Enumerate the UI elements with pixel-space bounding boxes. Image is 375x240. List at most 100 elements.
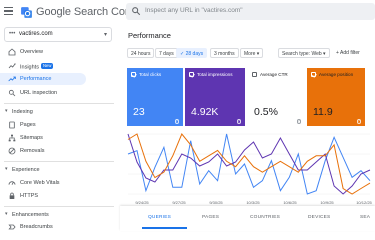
section-experience[interactable]: ▾ Experience — [0, 164, 118, 175]
url-inspection-search[interactable]: Inspect any URL in "vactires.com" — [126, 3, 375, 20]
top-bar: Google Search Console Inspect any URL in… — [0, 0, 375, 24]
search-console-logo-icon — [21, 7, 32, 18]
property-name: vactires.com — [19, 31, 53, 37]
metric-label: Total clicks — [139, 72, 162, 77]
chevron-down-icon: ▾ — [256, 50, 260, 57]
metric-card-total-impressions[interactable]: Total impressions 4.92K ? — [185, 68, 245, 126]
checkbox-icon[interactable] — [131, 72, 136, 77]
tab-queries[interactable]: QUERIES — [148, 215, 171, 220]
section-indexing[interactable]: ▾ Indexing — [0, 106, 118, 117]
active-tab-indicator — [142, 227, 187, 229]
breadcrumbs-icon — [8, 224, 16, 230]
sidebar-item-core-web-vitals[interactable]: Core Web Vitals — [0, 177, 118, 189]
sidebar-item-https[interactable]: HTTPS — [0, 190, 118, 202]
date-filter-label: 28 days — [185, 50, 204, 57]
chevron-down-icon: ▾ — [5, 211, 8, 217]
sidebar-item-label: Sitemaps — [20, 134, 43, 141]
sidebar-item-label: HTTPS — [20, 192, 39, 199]
check-icon: ✓ — [180, 50, 185, 57]
section-label: Experience — [12, 166, 40, 173]
sidebar-item-pages[interactable]: Pages — [0, 119, 118, 131]
section-label: Enhancements — [12, 211, 49, 218]
tab-search-appearance[interactable]: SEA — [360, 215, 370, 220]
checkbox-icon[interactable] — [252, 72, 257, 77]
add-filter-button[interactable]: + Add filter — [333, 48, 363, 58]
date-filter-28-days[interactable]: ✓ 28 days — [176, 48, 208, 58]
divider — [4, 206, 114, 207]
main-content: Performance 24 hours 7 days ✓ 28 days 3 … — [120, 24, 375, 231]
pages-icon — [9, 121, 15, 129]
performance-chart[interactable]: 9/24/25 9/27/25 9/30/25 10/3/25 10/6/25 10/9/… — [120, 128, 375, 218]
sidebar-item-label: Removals — [20, 147, 45, 154]
metric-label: Average position — [319, 72, 354, 77]
property-selector[interactable]: ••• vactires.com ▾ — [4, 27, 112, 42]
removals-icon — [8, 147, 16, 155]
help-icon[interactable]: ? — [236, 119, 241, 124]
sidebar: ••• vactires.com ▾ Overview Insights New … — [0, 24, 118, 231]
sidebar-item-label: URL inspection — [20, 89, 58, 96]
help-icon[interactable]: ? — [356, 119, 361, 124]
divider — [4, 103, 114, 104]
speedometer-icon — [8, 181, 16, 185]
sidebar-item-label: Pages — [20, 121, 36, 128]
section-label: Indexing — [12, 108, 33, 115]
chevron-down-icon: ▾ — [103, 32, 107, 38]
sidebar-item-sitemaps[interactable]: Sitemaps — [0, 132, 118, 144]
sidebar-item-removals[interactable]: Removals — [0, 145, 118, 157]
date-filter-more[interactable]: More ▾ — [240, 48, 264, 58]
help-icon[interactable]: ? — [296, 119, 301, 124]
checkbox-icon[interactable] — [311, 72, 316, 77]
sidebar-item-url-inspection[interactable]: URL inspection — [0, 87, 118, 99]
sitemaps-icon — [8, 134, 16, 142]
metric-value: 0.5% — [254, 106, 278, 118]
sidebar-item-label: Core Web Vitals — [20, 179, 60, 186]
search-icon — [132, 7, 141, 16]
metric-card-average-position[interactable]: Average position 11.9 ? — [307, 68, 365, 126]
series-line-total-impressions — [127, 133, 371, 195]
x-tick-label: 9/30/25 — [209, 200, 223, 205]
dimension-tabs: QUERIES PAGES COUNTRIES DEVICES SEA — [120, 206, 375, 231]
x-tick-label: 10/9/25 — [320, 200, 334, 205]
sidebar-item-breadcrumbs[interactable]: Breadcrumbs — [0, 221, 118, 233]
divider — [4, 161, 114, 162]
section-enhancements[interactable]: ▾ Enhancements — [0, 209, 118, 220]
menu-icon[interactable] — [4, 7, 13, 15]
sidebar-item-performance[interactable]: Performance — [0, 73, 86, 85]
property-dots: ••• — [9, 31, 16, 37]
metric-label: Total impressions — [197, 72, 233, 77]
sidebar-item-overview[interactable]: Overview — [0, 46, 118, 58]
date-filter-24-hours[interactable]: 24 hours — [127, 48, 155, 58]
search-type-filter[interactable]: Search type: Web ▾ — [278, 48, 330, 58]
sidebar-item-label: Overview — [20, 48, 43, 55]
tab-devices[interactable]: DEVICES — [308, 215, 330, 220]
metric-card-average-ctr[interactable]: Average CTR 0.5% ? — [248, 68, 305, 126]
new-badge: New — [40, 62, 54, 69]
insights-label: Insights — [20, 64, 39, 70]
sidebar-item-label: Performance — [20, 75, 52, 82]
metric-card-total-clicks[interactable]: Total clicks 23 ? — [127, 68, 183, 126]
tab-countries[interactable]: COUNTRIES — [250, 215, 280, 220]
trending-up-icon — [8, 76, 16, 82]
help-icon[interactable]: ? — [174, 119, 179, 124]
search-placeholder: Inspect any URL in "vactires.com" — [145, 7, 243, 14]
date-filter-7-days[interactable]: 7 days — [155, 48, 178, 58]
sidebar-item-insights[interactable]: Insights New — [0, 60, 118, 72]
insights-icon — [8, 63, 16, 69]
chevron-down-icon: ▾ — [323, 50, 326, 57]
more-label: More — [244, 50, 256, 57]
tab-pages[interactable]: PAGES — [202, 215, 219, 220]
x-tick-label: 10/12/25 — [356, 200, 372, 205]
page-title: Performance — [128, 31, 171, 40]
x-tick-label: 10/3/25 — [246, 200, 260, 205]
date-filter-3-months[interactable]: 3 months — [210, 48, 239, 58]
x-tick-label: 9/27/25 — [172, 200, 186, 205]
metric-label: Average CTR — [260, 72, 288, 77]
sidebar-item-label: Insights New — [20, 62, 54, 70]
lock-icon — [9, 192, 15, 199]
checkbox-icon[interactable] — [189, 72, 194, 77]
x-tick-label: 9/24/25 — [135, 200, 149, 205]
metric-value: 23 — [133, 106, 145, 118]
x-tick-label: 10/6/25 — [283, 200, 297, 205]
search-icon — [8, 89, 16, 97]
chevron-down-icon: ▾ — [5, 166, 8, 172]
